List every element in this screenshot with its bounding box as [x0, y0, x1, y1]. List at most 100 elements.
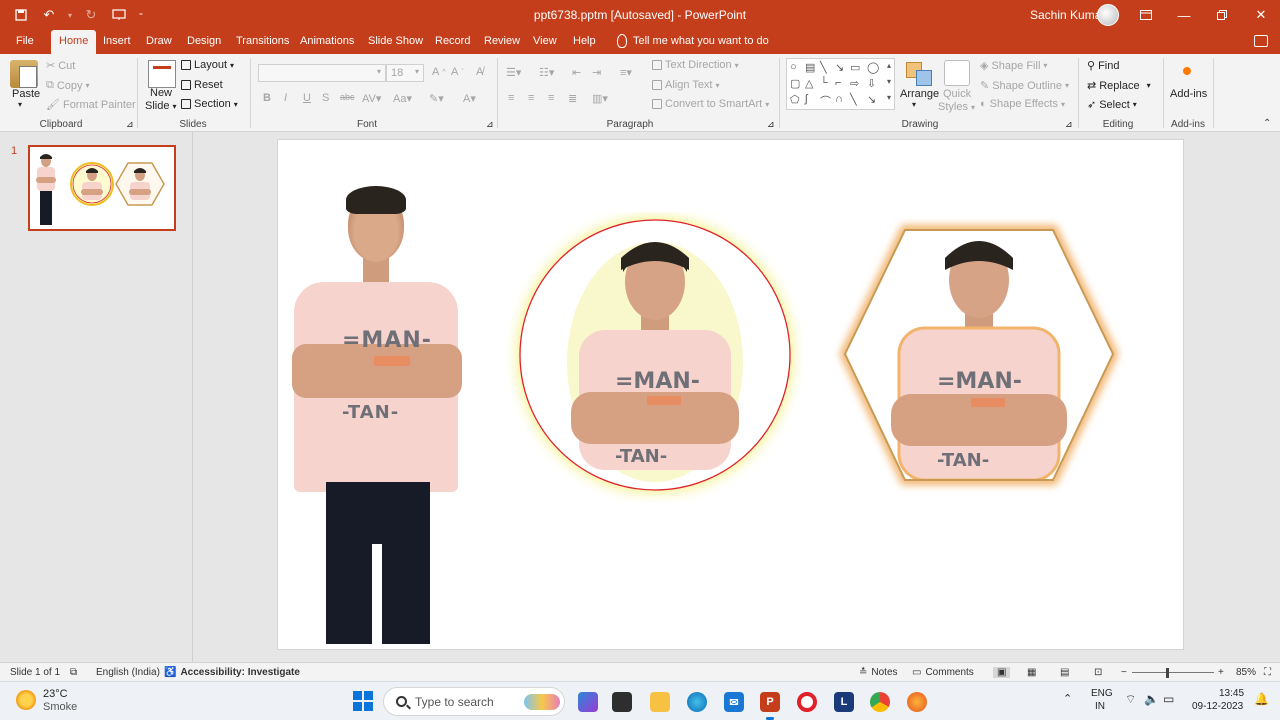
convert-smartart-button[interactable]: Convert to SmartArt ▾ — [652, 98, 769, 110]
curved-connector-icon[interactable]: ⌐ — [835, 77, 841, 89]
line-shape-icon[interactable]: ╲ — [820, 61, 827, 74]
down-arrow-shape-icon[interactable]: ⇩ — [867, 77, 876, 90]
add-ins-icon[interactable] — [1183, 67, 1191, 75]
align-left-icon[interactable]: ≡ — [508, 92, 514, 104]
minimize-icon[interactable]: — — [1172, 4, 1196, 26]
reading-view-icon[interactable]: ▤ — [1060, 667, 1069, 678]
tab-slide-show[interactable]: Slide Show — [368, 35, 423, 47]
columns-icon[interactable]: ▥▾ — [592, 92, 608, 105]
quick-styles-icon[interactable] — [944, 60, 970, 86]
dialog-launcher-icon[interactable]: ⊿ — [486, 119, 494, 130]
file-explorer-icon[interactable] — [650, 692, 670, 712]
tab-animations[interactable]: Animations — [300, 35, 354, 47]
bullets-icon[interactable]: ☰▾ — [506, 66, 521, 79]
accessibility-button[interactable]: ♿ Accessibility: Investigate — [164, 667, 300, 678]
dialog-launcher-icon[interactable]: ⊿ — [1065, 119, 1073, 130]
strikethrough-icon[interactable]: abc — [340, 92, 355, 102]
powerpoint-icon[interactable]: P — [760, 692, 780, 712]
zoom-slider[interactable] — [1132, 672, 1214, 673]
format-painter-button[interactable]: 🖌 Format Painter — [46, 98, 136, 112]
italic-icon[interactable]: I — [284, 92, 287, 104]
paste-button[interactable]: Paste — [12, 88, 40, 100]
cut-button[interactable]: ✂ Cut — [46, 59, 75, 73]
tab-record[interactable]: Record — [435, 35, 470, 47]
zoom-in-icon[interactable]: + — [1218, 667, 1224, 678]
mail-icon[interactable]: ✉ — [724, 692, 744, 712]
fit-to-window-icon[interactable]: ⛶ — [1264, 667, 1271, 678]
oval-shape-icon[interactable]: ○ — [790, 61, 797, 73]
layout-button[interactable]: Layout ▾ — [181, 59, 234, 71]
zoom-out-icon[interactable]: − — [1121, 667, 1127, 678]
freeform-shape-icon[interactable]: ʃ — [805, 93, 807, 105]
normal-view-icon[interactable]: ▣ — [993, 667, 1011, 678]
select-button[interactable]: ➶ Select ▾ — [1087, 98, 1137, 112]
more-shapes-icon[interactable]: ▾ — [887, 93, 891, 102]
arrange-chevron-icon[interactable]: ▾ — [912, 100, 916, 109]
arc-shape-icon[interactable]: ⌒ — [820, 93, 831, 109]
diagonal-line-icon[interactable]: ╲ — [850, 93, 857, 106]
task-view-icon[interactable] — [612, 692, 632, 712]
notification-bell-icon[interactable]: 🔔 — [1254, 692, 1269, 706]
taskbar-search[interactable]: Type to search — [383, 687, 565, 716]
chevron-down-icon[interactable]: ▾ — [887, 77, 891, 86]
edge-icon[interactable] — [687, 692, 707, 712]
reset-button[interactable]: Reset — [181, 79, 223, 91]
justify-icon[interactable]: ≣ — [568, 92, 577, 105]
tab-transitions[interactable]: Transitions — [236, 35, 289, 47]
shape-effects-button[interactable]: ◐ Shape Effects ▾ — [980, 98, 1065, 110]
increase-font-icon[interactable]: A ^ — [432, 66, 446, 78]
font-name-box[interactable]: ▾ — [258, 64, 386, 82]
tab-view[interactable]: View — [533, 35, 557, 47]
tab-insert[interactable]: Insert — [103, 35, 131, 47]
picture-full-body[interactable]: =MAN- -TAN- — [286, 184, 466, 644]
user-name[interactable]: Sachin Kumar — [1030, 8, 1105, 22]
tab-review[interactable]: Review — [484, 35, 520, 47]
text-shadow-icon[interactable]: S — [322, 92, 329, 104]
text-direction-button[interactable]: Text Direction ▾ — [652, 59, 739, 71]
shape-outline-button[interactable]: ✎ Shape Outline ▾ — [980, 79, 1069, 93]
input-region[interactable]: IN — [1095, 701, 1105, 712]
paste-icon[interactable] — [10, 60, 38, 88]
picture-circle-crop[interactable]: =MAN- -TAN- — [503, 212, 803, 502]
underline-icon[interactable]: U — [303, 92, 311, 104]
change-case-icon[interactable]: Aa▾ — [393, 92, 412, 105]
volume-icon[interactable]: 🔈 — [1144, 692, 1159, 706]
collapse-ribbon-icon[interactable]: ⌃ — [1263, 118, 1271, 129]
zoom-slider-thumb[interactable] — [1166, 668, 1169, 678]
rounded-rect-shape-icon[interactable]: ▢ — [790, 77, 800, 90]
elbow-connector-icon[interactable]: └ — [820, 77, 828, 89]
dialog-launcher-icon[interactable]: ⊿ — [767, 119, 775, 130]
weather-temperature[interactable]: 23°C — [43, 688, 68, 700]
paste-chevron-icon[interactable]: ▾ — [18, 100, 22, 109]
weather-description[interactable]: Smoke — [43, 701, 77, 713]
replace-button[interactable]: ⇄ Replace ▾ — [1087, 79, 1151, 93]
align-text-button[interactable]: Align Text ▾ — [652, 79, 720, 91]
arrange-icon[interactable] — [904, 60, 934, 86]
arrange-button[interactable]: Arrange — [900, 88, 939, 100]
language-indicator[interactable]: English (India) — [96, 667, 160, 678]
picture-hexagon-crop[interactable]: =MAN- -TAN- — [833, 218, 1123, 496]
increase-indent-icon[interactable]: ⇥ — [592, 66, 601, 79]
slide-sorter-icon[interactable]: ▦ — [1027, 667, 1036, 678]
triangle-shape-icon[interactable]: △ — [805, 77, 813, 90]
zoom-level[interactable]: 85% — [1236, 667, 1256, 678]
firefox-icon[interactable] — [907, 692, 927, 712]
chrome-icon[interactable] — [870, 692, 890, 712]
quick-styles-button[interactable]: Styles ▾ — [938, 101, 975, 113]
clock-time[interactable]: 13:45 — [1219, 688, 1244, 699]
tab-home[interactable]: Home — [51, 30, 97, 54]
close-icon[interactable]: ✕ — [1249, 4, 1273, 26]
section-button[interactable]: Section ▾ — [181, 98, 238, 110]
add-ins-button[interactable]: Add-ins — [1170, 88, 1207, 100]
curve-shape-icon[interactable]: ∩ — [835, 93, 843, 105]
chevron-up-icon[interactable]: ▴ — [887, 61, 891, 70]
decrease-indent-icon[interactable]: ⇤ — [572, 66, 581, 79]
restore-icon[interactable] — [1210, 4, 1234, 26]
tab-draw[interactable]: Draw — [146, 35, 172, 47]
weather-icon[interactable] — [16, 690, 36, 710]
tab-help[interactable]: Help — [573, 35, 596, 47]
tell-me-box[interactable]: Tell me what you want to do — [617, 34, 769, 48]
show-hidden-icons-icon[interactable]: ⌃ — [1063, 692, 1072, 705]
battery-icon[interactable]: ▭ — [1163, 692, 1174, 706]
wifi-icon[interactable]: ⌔ — [1125, 692, 1136, 707]
